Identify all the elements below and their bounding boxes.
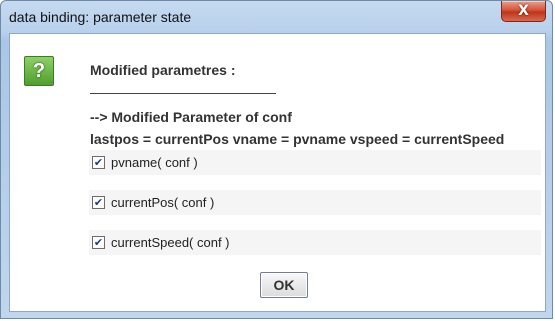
binding-summary-line: lastpos = currentPos vname = pvname vspe…	[90, 131, 505, 147]
currentpos-checkbox-label: currentPos( conf )	[111, 195, 215, 210]
dialog-heading: Modified parametres :	[90, 62, 236, 78]
checkbox-row-pvname[interactable]: ✔ pvname( conf )	[89, 150, 541, 175]
close-icon: X	[518, 3, 529, 19]
question-icon: ?	[24, 56, 54, 86]
dialog-window: data binding: parameter state X ? Modifi…	[0, 0, 553, 319]
currentspeed-checkbox[interactable]: ✔	[92, 236, 105, 249]
checkbox-row-currentpos[interactable]: ✔ currentPos( conf )	[89, 190, 541, 215]
close-button[interactable]: X	[501, 1, 546, 22]
pvname-checkbox-label: pvname( conf )	[111, 155, 198, 170]
currentpos-checkbox[interactable]: ✔	[92, 196, 105, 209]
question-mark-glyph: ?	[32, 59, 46, 82]
window-title: data binding: parameter state	[9, 9, 192, 25]
dialog-content: ? Modified parametres : --> Modified Par…	[9, 33, 546, 312]
modified-parameter-line: --> Modified Parameter of conf	[90, 109, 292, 125]
checkbox-row-currentspeed[interactable]: ✔ currentSpeed( conf )	[89, 230, 541, 255]
currentspeed-checkbox-label: currentSpeed( conf )	[111, 235, 230, 250]
heading-separator	[90, 93, 276, 94]
ok-button[interactable]: OK	[260, 272, 308, 298]
title-bar[interactable]: data binding: parameter state X	[1, 1, 552, 33]
pvname-checkbox[interactable]: ✔	[92, 156, 105, 169]
